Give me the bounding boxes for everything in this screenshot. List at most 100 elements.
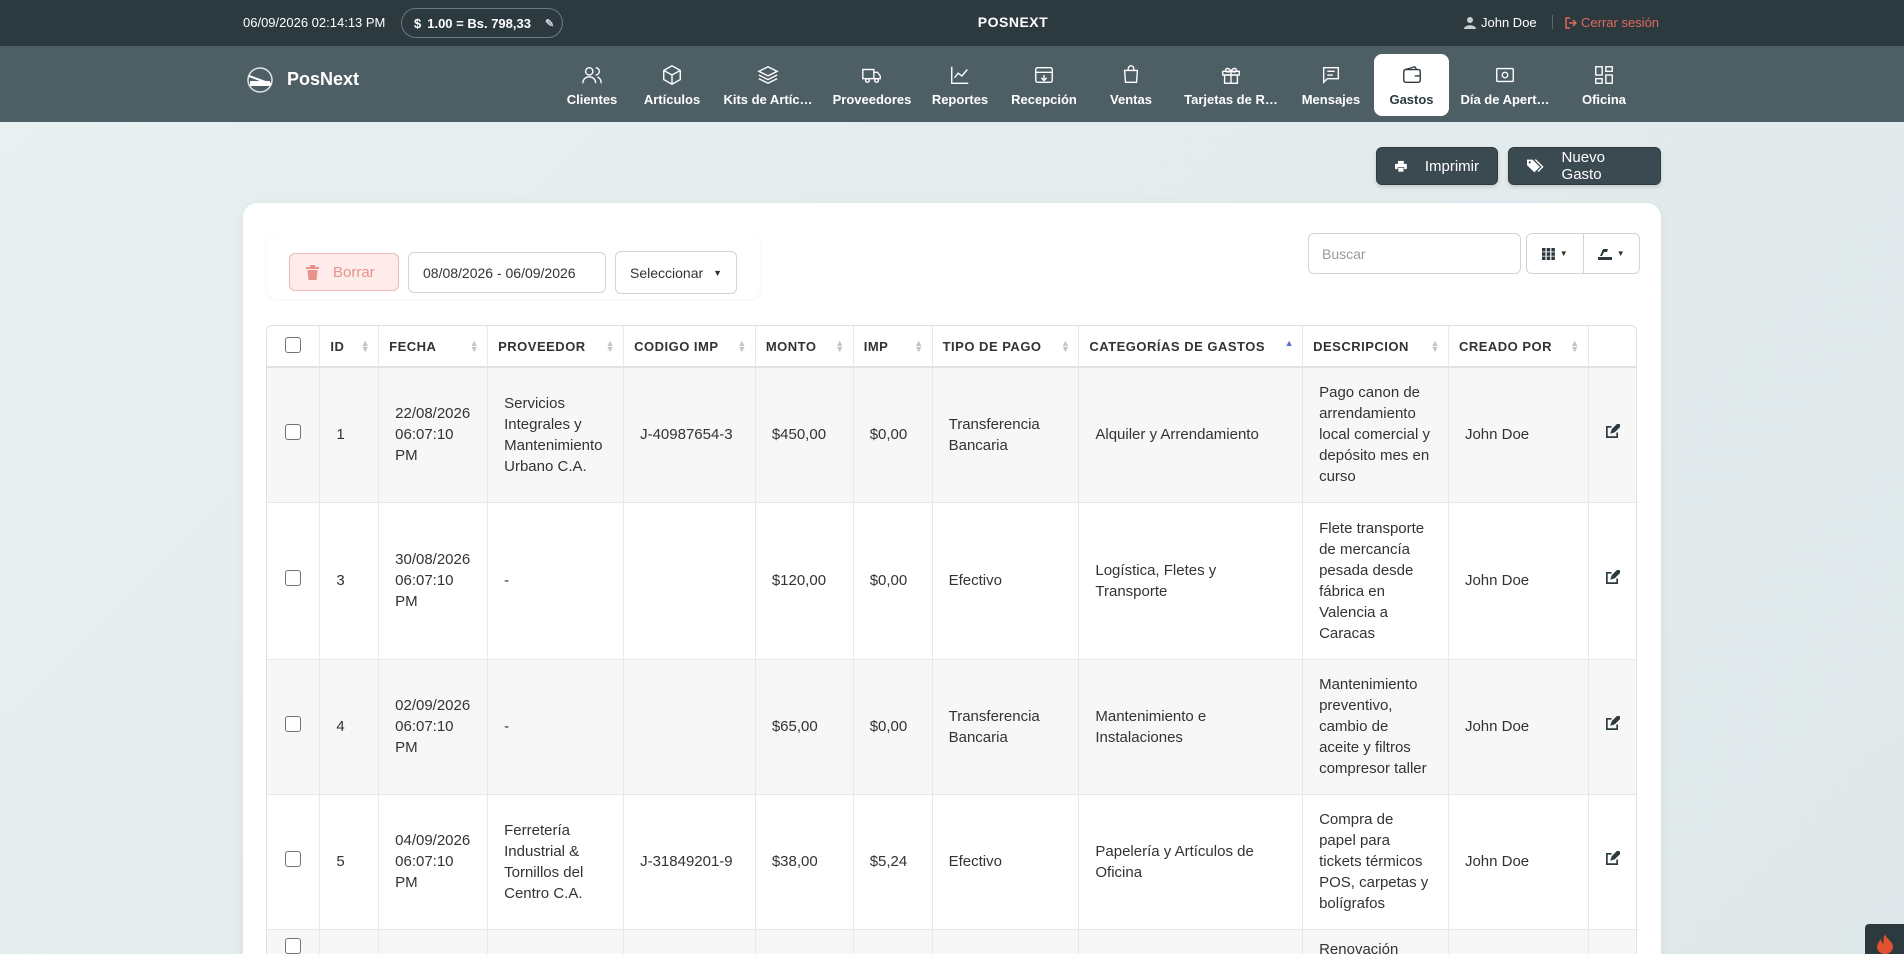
cart-icon [1123, 64, 1139, 83]
cell-proveedor: Ferretería Industrial & Tornillos del Ce… [487, 793, 625, 929]
cell-tipo-pago [932, 928, 1080, 954]
edit-icon[interactable] [1605, 849, 1622, 866]
table-row[interactable]: 4 02/09/2026 06:07:10 PM - $65,00 $0,00 Trans… [267, 658, 1636, 794]
cell-creado-por: John Doe [1448, 793, 1589, 929]
nav-oficina[interactable]: Oficina [1561, 54, 1647, 116]
nav-mensajes[interactable]: Mensajes [1288, 54, 1374, 116]
message-icon [1322, 66, 1340, 84]
cell-monto [755, 928, 854, 954]
cell-imp: $0,00 [853, 658, 933, 794]
row-checkbox[interactable] [285, 938, 302, 954]
select-all-checkbox[interactable] [285, 336, 302, 353]
header-monto[interactable]: MONTO ▲ ▼ [755, 326, 854, 368]
header-proveedor[interactable]: PROVEEDOR ▲ ▼ [487, 326, 625, 368]
nav-recepcion[interactable]: Recepción [1000, 54, 1088, 116]
cell-proveedor: - [487, 501, 625, 659]
user-icon [1464, 17, 1476, 29]
user-menu[interactable]: John Doe [1464, 15, 1537, 30]
nav-articulos[interactable]: Artículos [632, 54, 712, 116]
date-range-input[interactable]: 08/08/2026 - 06/09/2026 [408, 252, 606, 293]
nav-label: Clientes [566, 91, 618, 107]
delete-button[interactable]: Borrar [289, 253, 399, 291]
cell-codigo-imp [623, 928, 756, 954]
nav-label: Kits de Artíc… [723, 91, 813, 107]
table-row[interactable]: Renovación [267, 928, 1636, 954]
box-icon [663, 64, 681, 85]
select-all-header[interactable] [267, 326, 321, 368]
cell-actions [1588, 658, 1636, 794]
cell-checkbox[interactable] [267, 366, 321, 502]
cell-imp: $0,00 [853, 366, 933, 502]
header-creado-por[interactable]: CREADO POR ▲ ▼ [1448, 326, 1589, 368]
table-row[interactable]: 5 04/09/2026 06:07:10 PM Ferretería Indust… [267, 793, 1636, 929]
nav-proveedores[interactable]: Proveedores [824, 54, 920, 116]
print-button[interactable]: Imprimir [1376, 147, 1498, 185]
cell-tipo-pago: Efectivo [932, 501, 1080, 659]
row-checkbox[interactable] [285, 715, 302, 732]
cell-codigo-imp: J-31849201-9 [623, 793, 756, 929]
cell-checkbox[interactable] [267, 658, 321, 794]
cell-tipo-pago: Transferencia Bancaria [932, 366, 1080, 502]
sort-icon: ▲ ▼ [1570, 338, 1580, 354]
cell-id: 1 [319, 366, 380, 502]
logout-icon [1565, 16, 1577, 29]
table-row[interactable]: 1 22/08/2026 06:07:10 PM Servicios Integra… [267, 366, 1636, 502]
nav-gastos[interactable]: Gastos [1374, 54, 1449, 116]
brand-logo[interactable]: PosNext [243, 64, 359, 94]
expenses-card: Borrar 08/08/2026 - 06/09/2026 Seleccion… [243, 203, 1661, 954]
cell-categoria: Papelería y Artículos de Oficina [1078, 793, 1304, 929]
header-id[interactable]: ID ▲ ▼ [319, 326, 380, 368]
header-label: ID [330, 338, 345, 354]
logout-link[interactable]: Cerrar sesión [1565, 15, 1659, 30]
cell-id: 3 [319, 501, 380, 659]
cell-actions [1588, 501, 1636, 659]
cell-categoria: Alquiler y Arrendamiento [1078, 366, 1304, 502]
export-button[interactable]: ▼ [1582, 234, 1640, 273]
cell-checkbox[interactable] [267, 928, 321, 954]
header-actions [1588, 326, 1636, 368]
header-fecha[interactable]: FECHA ▲ ▼ [378, 326, 489, 368]
flame-icon[interactable] [1865, 924, 1904, 954]
edit-icon[interactable] [1605, 568, 1622, 585]
columns-toggle-button[interactable]: ▼ [1527, 234, 1583, 273]
nav-ventas[interactable]: Ventas [1088, 54, 1174, 116]
nav-label: Gastos [1389, 91, 1434, 107]
nav-kits[interactable]: Kits de Artíc… [712, 54, 824, 116]
nav-label: Tarjetas de R… [1184, 91, 1278, 107]
new-expense-button[interactable]: Nuevo Gasto [1508, 147, 1661, 185]
table-row[interactable]: 3 30/08/2026 06:07:10 PM - $120,00 $0,00 Efec… [267, 501, 1636, 659]
nav-clientes[interactable]: Clientes [552, 54, 632, 116]
cell-descripcion: Flete transporte de mercancía pesada des… [1302, 501, 1449, 659]
header-categorias[interactable]: CATEGORÍAS DE GASTOS ▲ [1078, 326, 1304, 368]
cell-tipo-pago: Efectivo [932, 793, 1080, 929]
layers-icon [757, 65, 779, 84]
cell-fecha: 04/09/2026 06:07:10 PM [378, 793, 489, 929]
nav-reportes[interactable]: Reportes [920, 54, 1000, 116]
caret-down-icon: ▼ [1559, 249, 1568, 258]
header-tipo-pago[interactable]: TIPO DE PAGO ▲ ▼ [932, 326, 1080, 368]
header-descripcion[interactable]: DESCRIPCION ▲ ▼ [1302, 326, 1449, 368]
cell-creado-por: John Doe [1448, 501, 1589, 659]
cell-monto: $450,00 [755, 366, 854, 502]
cell-creado-por: John Doe [1448, 366, 1589, 502]
filter-select[interactable]: Seleccionar ▼ [615, 251, 737, 294]
cell-categoria: Logística, Fletes y Transporte [1078, 501, 1304, 659]
row-checkbox[interactable] [285, 569, 302, 586]
header-imp[interactable]: IMP ▲ ▼ [853, 326, 933, 368]
header-codigo-imp[interactable]: CODIGO IMP ▲ ▼ [623, 326, 756, 368]
nav-dia-apertura[interactable]: Día de Apert… [1449, 54, 1561, 116]
sort-asc-icon: ▲ [1284, 338, 1295, 348]
nav-tarjetas[interactable]: Tarjetas de R… [1174, 54, 1288, 116]
cell-checkbox[interactable] [267, 793, 321, 929]
search-input[interactable]: Buscar [1308, 233, 1521, 274]
print-label: Imprimir [1424, 157, 1479, 175]
cell-tipo-pago: Transferencia Bancaria [932, 658, 1080, 794]
sort-icon: ▲ ▼ [469, 338, 480, 354]
edit-icon[interactable] [1605, 423, 1622, 439]
cell-id [319, 928, 380, 954]
cell-checkbox[interactable] [267, 501, 321, 659]
row-checkbox[interactable] [285, 850, 302, 867]
cell-imp [853, 928, 933, 954]
edit-icon[interactable] [1605, 714, 1622, 731]
row-checkbox[interactable] [285, 423, 302, 440]
